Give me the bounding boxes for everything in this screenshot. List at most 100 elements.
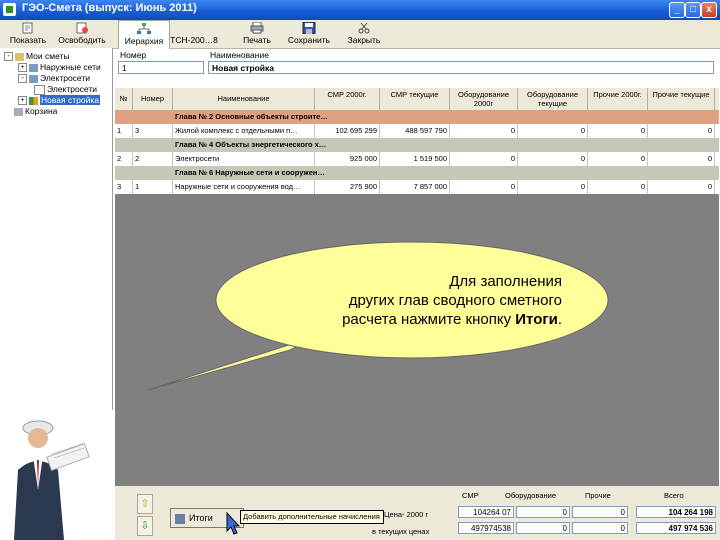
save-label: Сохранить <box>287 35 331 45</box>
hint-text: Для заполнения других глав сводного смет… <box>262 272 562 329</box>
name-field[interactable]: Новая стройка <box>208 61 714 74</box>
itogi-tooltip: Добавить дополнительные начисления <box>240 510 384 524</box>
tree-item-power-networks[interactable]: - Электросети <box>18 73 90 84</box>
engineer-illustration <box>0 410 112 540</box>
cell-number: 3 <box>133 124 173 138</box>
grid-row-chapter-2[interactable]: Глава № 2 Основные объекты строите… <box>115 110 719 124</box>
expand-icon[interactable]: + <box>18 63 27 73</box>
total-smr-2000: 104264 07 <box>458 506 514 518</box>
document-icon <box>34 84 45 95</box>
close-doc-button[interactable]: Закрыть <box>344 20 384 48</box>
totals-col-equipment: Оборудование <box>505 491 557 500</box>
total-all-2000: 104 264 198 <box>636 506 716 518</box>
total-equipment-2000: 0 <box>516 506 570 518</box>
collapse-icon[interactable]: - <box>18 74 27 84</box>
app-icon <box>3 3 16 16</box>
hint-line-3-text: расчета нажмите кнопку <box>342 311 516 328</box>
mouse-cursor-icon <box>226 512 240 535</box>
cell-other-2000: 0 <box>588 180 648 194</box>
show-button[interactable]: Показать <box>4 20 52 48</box>
col-name[interactable]: Наименование <box>173 88 315 110</box>
col-smr-current[interactable]: СМР текущие <box>380 88 450 110</box>
hierarchy-icon <box>137 23 151 34</box>
grid-row-1[interactable]: 1 3 Жилой комплекс с отдельными п… 102 6… <box>115 124 719 138</box>
tree-item-new-construction[interactable]: + Новая стройка <box>18 95 100 106</box>
grid-row-2[interactable]: 2 2 Электросети 925 000 1 519 500 0 0 0 … <box>115 152 719 166</box>
col-index[interactable]: № <box>115 88 133 110</box>
tree-item-power-networks-child[interactable]: Электросети <box>34 84 97 95</box>
arrow-down-icon: ⇩ <box>140 520 150 532</box>
close-button[interactable]: x <box>701 2 717 18</box>
col-other-2000[interactable]: Прочие 2000г. <box>588 88 648 110</box>
cell-equipment-current: 0 <box>518 152 588 166</box>
number-label: Номер <box>120 50 147 60</box>
window-title: ГЭО-Смета (выпуск: Июнь 2011) <box>22 2 197 14</box>
col-smr-2000[interactable]: СМР 2000г. <box>315 88 380 110</box>
totals-row-current-label: в текущих ценах <box>372 527 430 536</box>
col-equipment-2000[interactable]: Оборудование 2000г <box>450 88 518 110</box>
print-button[interactable]: Печать <box>238 20 276 48</box>
chapter-title: Глава № 2 Основные объекты строите… <box>175 112 328 121</box>
release-button[interactable]: Освободить <box>54 20 110 48</box>
cell-smr-current: 488 597 790 <box>380 124 450 138</box>
cell-name: Жилой комплекс с отдельными п… <box>173 124 315 138</box>
grid-row-3[interactable]: 3 1 Наружные сети и сооружения вод… 275 … <box>115 180 719 194</box>
tree-item-my-estimates[interactable]: - Мои сметы <box>4 51 70 62</box>
itogi-label: Итоги <box>189 513 213 523</box>
cell-other-2000: 0 <box>588 124 648 138</box>
calculator-icon <box>175 513 185 524</box>
minimize-button[interactable]: _ <box>669 2 685 18</box>
cell-equipment-current: 0 <box>518 180 588 194</box>
close-scissors-icon <box>358 22 370 34</box>
cell-other-current: 0 <box>648 152 715 166</box>
cell-equipment-2000: 0 <box>450 124 518 138</box>
toolbar: Показать Освободить Иерархия ТСН-200…8 П… <box>0 20 720 49</box>
save-button[interactable]: Сохранить <box>284 20 334 48</box>
save-icon <box>302 22 316 34</box>
cell-name: Электросети <box>173 152 315 166</box>
building-icon <box>29 63 38 72</box>
maximize-button[interactable]: □ <box>685 2 701 18</box>
cell-smr-2000: 102 695 299 <box>315 124 380 138</box>
cell-smr-2000: 275 900 <box>315 180 380 194</box>
arrow-down-button[interactable]: ⇩ <box>137 516 153 536</box>
hint-line-3: расчета нажмите кнопку Итоги. <box>262 310 562 329</box>
col-number[interactable]: Номер <box>133 88 173 110</box>
tree-item-trash[interactable]: Корзина <box>14 106 57 117</box>
number-field[interactable]: 1 <box>118 61 204 74</box>
col-other-current[interactable]: Прочие текущие <box>648 88 715 110</box>
hint-itogi-word: Итоги <box>515 311 558 328</box>
close-doc-label: Закрыть <box>347 35 381 45</box>
release-label: Освободить <box>58 35 106 45</box>
totals-col-other: Прочие <box>585 491 611 500</box>
tsn-button[interactable]: ТСН-200…8 <box>170 20 218 48</box>
estimate-tree: - Мои сметы + Наружные сети - Электросети Э… <box>0 48 113 410</box>
cell-index: 3 <box>115 180 133 194</box>
arrow-up-button[interactable]: ⇧ <box>137 494 153 514</box>
hint-line-1: Для заполнения <box>449 273 562 290</box>
totals-row-2000-label: Цена- 2000 г <box>384 510 429 519</box>
total-other-current: 0 <box>572 522 628 534</box>
total-all-current: 497 974 536 <box>636 522 716 534</box>
release-icon <box>76 22 88 34</box>
hierarchy-button[interactable]: Иерархия <box>118 20 170 49</box>
chapter-title: Глава № 4 Объекты энергетического х… <box>175 140 327 149</box>
tsn-icon <box>187 22 201 34</box>
tree-item-outdoor-networks[interactable]: + Наружные сети <box>18 62 101 73</box>
expand-icon[interactable]: + <box>18 96 27 106</box>
cell-smr-current: 7 857 000 <box>380 180 450 194</box>
name-label: Наименование <box>210 50 269 60</box>
show-label: Показать <box>9 35 47 45</box>
cell-other-current: 0 <box>648 180 715 194</box>
grid-row-chapter-4[interactable]: Глава № 4 Объекты энергетического х… <box>115 138 719 152</box>
hierarchy-label: Иерархия <box>124 36 164 46</box>
building-icon <box>29 74 38 83</box>
folder-icon <box>15 52 24 61</box>
col-equipment-current[interactable]: Оборудование текущие <box>518 88 588 110</box>
tsn-label: ТСН-200…8 <box>170 35 218 45</box>
collapse-icon[interactable]: - <box>4 52 13 62</box>
cell-smr-2000: 925 000 <box>315 152 380 166</box>
cell-index: 2 <box>115 152 133 166</box>
show-icon <box>22 22 33 34</box>
grid-row-chapter-6[interactable]: Глава № 6 Наружные сети и сооружен… <box>115 166 719 180</box>
